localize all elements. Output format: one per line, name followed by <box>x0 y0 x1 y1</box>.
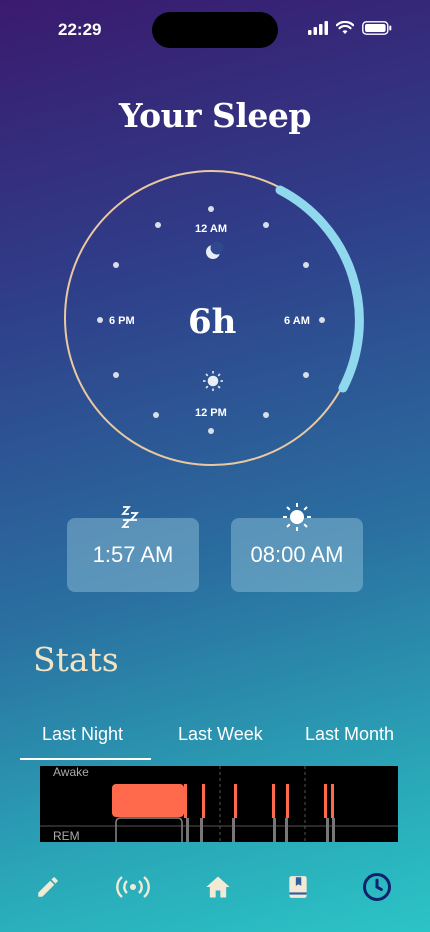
nav-journal[interactable] <box>281 870 315 904</box>
nav-sleep[interactable] <box>360 870 394 904</box>
active-tab-indicator <box>20 758 151 760</box>
sun-icon <box>203 371 223 391</box>
sleep-duration: 6h <box>188 302 237 342</box>
clock-label-12pm: 12 PM <box>195 407 227 419</box>
nav-broadcast[interactable] <box>116 870 150 904</box>
clock-label-6pm: 6 PM <box>109 315 135 327</box>
book-icon <box>289 876 307 898</box>
nav-home[interactable] <box>201 870 235 904</box>
tab-last-month[interactable]: Last Month <box>305 724 394 745</box>
chart-label-rem: REM <box>53 829 80 842</box>
tab-last-week[interactable]: Last Week <box>178 724 263 745</box>
tab-last-night[interactable]: Last Night <box>42 724 123 745</box>
battery-icon <box>362 21 392 35</box>
chart-label-awake: Awake <box>53 766 89 779</box>
home-icon <box>206 876 230 898</box>
zzz-icon <box>121 506 139 528</box>
wake-card[interactable]: 08:00 AM <box>231 503 363 592</box>
nav-edit[interactable] <box>31 870 65 904</box>
status-time: 22:29 <box>58 20 102 39</box>
clock-icon <box>363 873 391 901</box>
status-icons <box>308 21 392 35</box>
bedtime-card[interactable]: 1:57 AM <box>67 506 199 592</box>
signal-icon <box>308 21 328 35</box>
sun-icon <box>283 503 311 531</box>
bedtime-value: 1:57 AM <box>92 542 174 567</box>
sleep-stages-chart: Awake REM <box>40 766 398 842</box>
wifi-icon <box>336 21 354 34</box>
bottom-nav <box>0 862 430 912</box>
stats-tabs: Last Night Last Week Last Month <box>0 722 430 762</box>
edit-icon <box>38 877 58 897</box>
dynamic-island <box>152 12 278 48</box>
stats-title: Stats <box>33 640 119 679</box>
clock-label-12am: 12 AM <box>195 223 227 235</box>
broadcast-icon <box>116 876 150 898</box>
status-bar: 22:29 <box>0 0 430 58</box>
moon-icon <box>206 241 224 259</box>
sleep-chart-svg <box>40 766 398 842</box>
clock-label-6am: 6 AM <box>284 315 310 327</box>
page-title: Your Sleep <box>118 96 312 135</box>
sleep-arc <box>275 185 364 393</box>
sleep-clock[interactable]: 12 AM 12 PM 6 PM 6 AM 6h <box>0 170 430 470</box>
wake-value: 08:00 AM <box>250 542 344 567</box>
